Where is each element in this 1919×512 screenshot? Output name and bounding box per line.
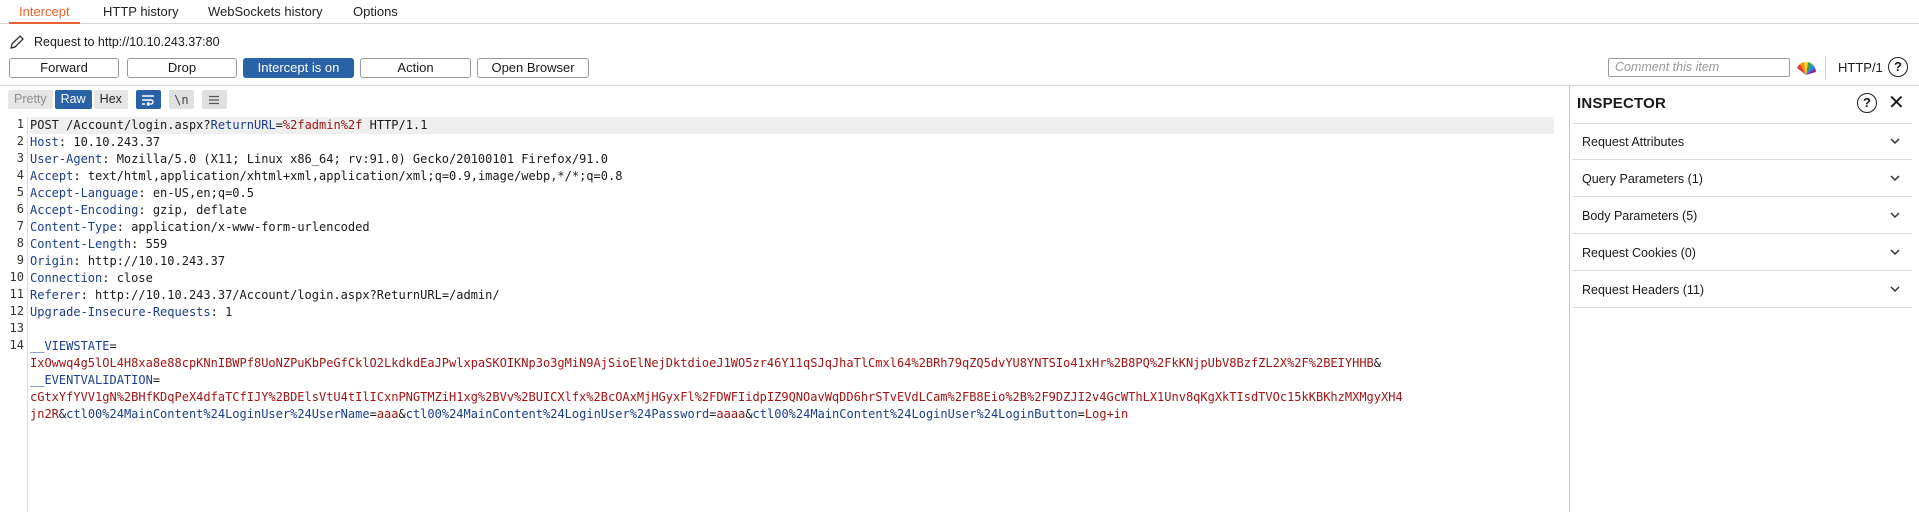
- highlight-color-icon[interactable]: [1796, 59, 1816, 77]
- intercept-toggle-button[interactable]: Intercept is on: [243, 58, 354, 78]
- header-line: Content-Length: 559: [30, 237, 168, 251]
- line-number: 11: [9, 287, 24, 301]
- wrap-lines-icon[interactable]: [135, 90, 161, 109]
- header-line: Connection: close: [30, 271, 153, 285]
- request-info: Request to http://10.10.243.37:80: [9, 32, 220, 52]
- line-number: 13: [9, 321, 24, 335]
- header-line: Accept-Language: en-US,en;q=0.5: [30, 186, 254, 200]
- body-line: IxOwwq4g5lOL4H8xa8e88cpKNnIBWPf8UoNZPuKb…: [30, 356, 1382, 370]
- line-number: 2: [16, 134, 24, 148]
- toolbar-separator: [0, 85, 1919, 86]
- chevron-down-icon: [1890, 212, 1900, 219]
- body-line: jn2R&ctl00%24MainContent%24LoginUser%24U…: [30, 407, 1129, 421]
- chevron-down-icon: [1890, 175, 1900, 182]
- chevron-down-icon: [1890, 286, 1900, 293]
- line-number: 8: [16, 236, 24, 250]
- header-line: Content-Type: application/x-www-form-url…: [30, 220, 370, 234]
- inspector-section-body-parameters[interactable]: Body Parameters (5): [1572, 198, 1912, 234]
- menu-icon[interactable]: [201, 90, 227, 109]
- header-line: Referer: http://10.10.243.37/Account/log…: [30, 288, 500, 302]
- header-line: Origin: http://10.10.243.37: [30, 254, 226, 268]
- tab-websockets-history[interactable]: WebSockets history: [198, 3, 333, 24]
- header-line: User-Agent: Mozilla/5.0 (X11; Linux x86_…: [30, 152, 608, 166]
- action-button[interactable]: Action: [360, 58, 471, 78]
- inspector-title: INSPECTOR: [1577, 95, 1667, 112]
- inspector-section-request-attributes[interactable]: Request Attributes: [1572, 124, 1912, 160]
- body-line: __EVENTVALIDATION=: [30, 373, 161, 387]
- section-label: Query Parameters (1): [1582, 172, 1703, 186]
- tab-options[interactable]: Options: [343, 3, 408, 24]
- pencil-icon[interactable]: [9, 34, 25, 50]
- line-number: 7: [16, 219, 24, 233]
- tab-intercept[interactable]: Intercept: [9, 3, 80, 24]
- line-number: 12: [9, 304, 24, 318]
- line-number: 3: [16, 151, 24, 165]
- header-line: Accept: text/html,application/xhtml+xml,…: [30, 169, 623, 183]
- chevron-down-icon: [1890, 249, 1900, 256]
- tab-http-history[interactable]: HTTP history: [93, 3, 189, 24]
- toolbar-divider: [1825, 56, 1826, 80]
- open-browser-button[interactable]: Open Browser: [477, 58, 589, 78]
- pretty-view-button[interactable]: Pretty: [8, 90, 53, 109]
- line-number: 10: [9, 270, 24, 284]
- line-number: 14: [9, 338, 24, 352]
- line-number: 1: [16, 117, 24, 131]
- section-label: Request Cookies (0): [1582, 246, 1696, 260]
- body-line: cGtxYfYVV1gN%2BHfKDqPeX4dfaTCfIJY%2BDEls…: [30, 390, 1403, 404]
- header-line: Upgrade-Insecure-Requests: 1: [30, 305, 233, 319]
- newline-icon[interactable]: \n: [168, 90, 194, 109]
- inspector-section-query-parameters[interactable]: Query Parameters (1): [1572, 161, 1912, 197]
- inspector-section-request-headers[interactable]: Request Headers (11): [1572, 272, 1912, 308]
- section-label: Request Headers (11): [1582, 283, 1705, 297]
- chevron-down-icon: [1890, 138, 1900, 145]
- line-number: 4: [16, 168, 24, 182]
- close-icon[interactable]: ✕: [1888, 92, 1905, 114]
- tab-bar: Intercept HTTP history WebSockets histor…: [0, 0, 1919, 24]
- line-number: 9: [16, 253, 24, 267]
- line-number: 5: [16, 185, 24, 199]
- request-line: POST /Account/login.aspx?ReturnURL=%2fad…: [30, 117, 1554, 134]
- help-icon[interactable]: ?: [1888, 57, 1908, 77]
- line-number: 6: [16, 202, 24, 216]
- section-label: Request Attributes: [1582, 135, 1685, 149]
- editor-toolbar: Pretty Raw Hex \n: [8, 90, 227, 110]
- panel-divider[interactable]: [1569, 86, 1570, 512]
- hex-view-button[interactable]: Hex: [93, 90, 128, 109]
- body-line: __VIEWSTATE=: [30, 339, 117, 353]
- drop-button[interactable]: Drop: [127, 58, 237, 78]
- http-version-label[interactable]: HTTP/1: [1838, 60, 1883, 75]
- forward-button[interactable]: Forward: [9, 58, 119, 78]
- inspector-help-icon[interactable]: ?: [1857, 93, 1877, 113]
- section-label: Body Parameters (5): [1582, 209, 1698, 223]
- header-line: Accept-Encoding: gzip, deflate: [30, 203, 247, 217]
- inspector-section-request-cookies[interactable]: Request Cookies (0): [1572, 235, 1912, 271]
- line-number-gutter: 1 2 3 4 5 6 7 8 9 10 11 12 13 14: [0, 117, 28, 512]
- raw-view-button[interactable]: Raw: [54, 90, 92, 109]
- request-target-label: Request to http://10.10.243.37:80: [34, 35, 220, 49]
- header-line: Host: 10.10.243.37: [30, 135, 161, 149]
- comment-input[interactable]: Comment this item: [1608, 58, 1790, 77]
